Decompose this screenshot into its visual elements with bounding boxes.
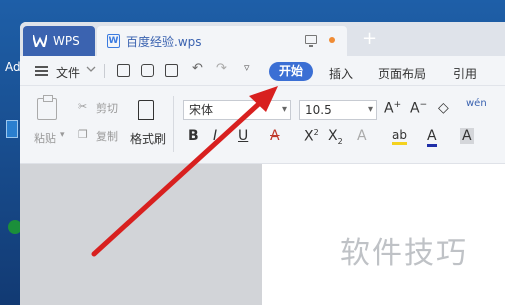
arrow-shaft xyxy=(91,98,265,257)
annotation-arrow xyxy=(91,86,278,257)
